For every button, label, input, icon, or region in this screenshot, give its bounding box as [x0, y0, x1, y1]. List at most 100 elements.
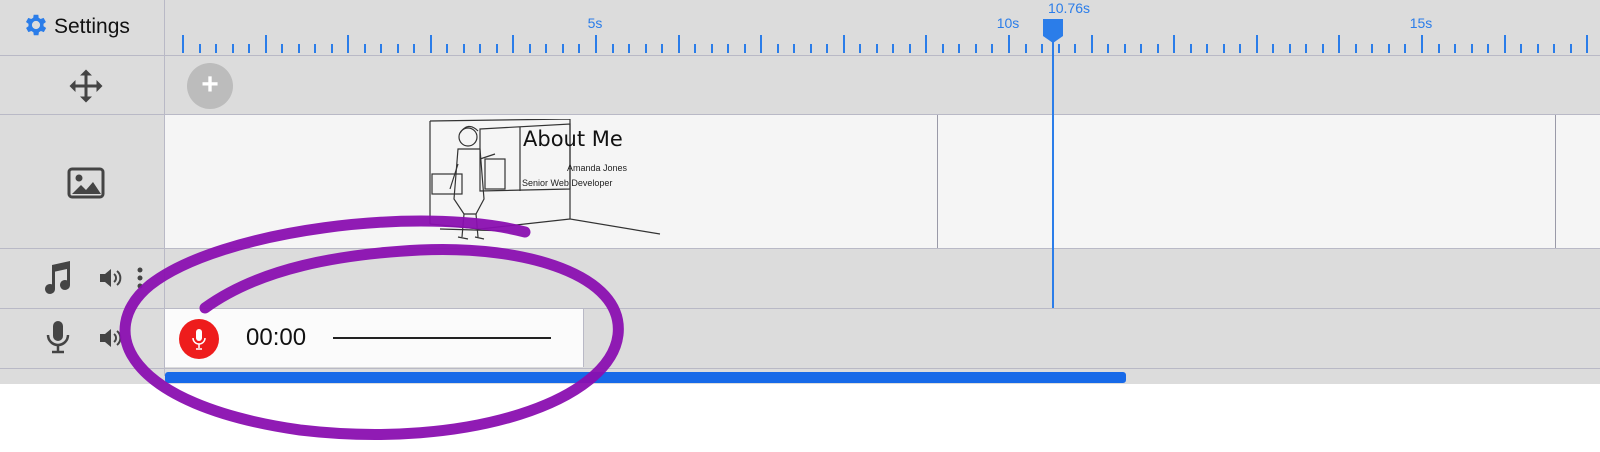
ruler-tick [446, 44, 449, 53]
voice-recorder: 00:00 [165, 309, 584, 367]
ruler-tick [710, 44, 713, 53]
ruler-tick [760, 35, 763, 53]
ruler-tick [413, 44, 416, 53]
ruler-tick [1222, 44, 1225, 53]
ruler-tick [826, 44, 829, 53]
ruler-tick [628, 44, 631, 53]
ruler-tick [1553, 44, 1556, 53]
ruler-tick [1156, 44, 1159, 53]
ruler-tick [1454, 44, 1457, 53]
ruler-tick [925, 35, 928, 53]
ruler-tick [1173, 35, 1176, 53]
ruler-tick [1024, 44, 1027, 53]
ruler-tick [198, 44, 201, 53]
ruler-label: 15s [1409, 15, 1433, 31]
move-arrows-icon[interactable] [66, 66, 106, 106]
ruler-tick [1470, 44, 1473, 53]
track-controls-column: Settings [0, 0, 165, 376]
ruler-tick [1189, 44, 1192, 53]
ruler-tick [528, 44, 531, 53]
settings-button[interactable]: Settings [22, 10, 130, 44]
ruler-tick [1288, 44, 1291, 53]
ruler-tick [462, 44, 465, 53]
slide-name: Amanda Jones [567, 163, 628, 173]
ruler-tick [1090, 35, 1093, 53]
slide-role: Senior Web Developer [522, 178, 613, 188]
ruler-tick [1239, 44, 1242, 53]
gear-icon [22, 11, 50, 44]
microphone-icon [192, 329, 206, 350]
ruler-tick [396, 44, 399, 53]
add-scene-button[interactable]: + [187, 63, 233, 109]
ruler-tick [479, 44, 482, 53]
scene-track: + [165, 56, 1600, 114]
ruler-tick [1387, 44, 1390, 53]
ruler-tick [958, 44, 961, 53]
slide-title: About Me [523, 127, 623, 151]
ruler-tick [1569, 44, 1572, 53]
ruler-tick [1437, 44, 1440, 53]
ruler-tick [545, 44, 548, 53]
ruler-tick [793, 44, 796, 53]
music-note-icon [40, 260, 76, 296]
slide-thumbnail[interactable]: About Me Amanda Jones Senior Web Develop… [165, 115, 937, 248]
ruler-tick [595, 35, 597, 53]
ruler-tick [264, 35, 267, 53]
ruler-tick [908, 44, 911, 53]
image-icon [66, 163, 106, 203]
speaker-icon[interactable] [98, 326, 124, 350]
slide-divider [1555, 115, 1556, 248]
timeline-editor: 5s 10s 15s Settings + About Me Amanda Jo… [0, 0, 1600, 384]
ruler-tick [1305, 44, 1308, 53]
settings-label: Settings [54, 15, 130, 38]
ruler-tick [875, 44, 878, 53]
ruler-tick [1206, 44, 1209, 53]
ruler-tick [314, 44, 317, 53]
ruler-tick [1074, 44, 1077, 53]
ruler-tick [1404, 44, 1407, 53]
speaker-icon[interactable] [98, 266, 124, 290]
image-track[interactable]: About Me Amanda Jones Senior Web Develop… [165, 115, 1600, 248]
playhead-line [1052, 30, 1054, 308]
ruler-tick [694, 44, 697, 53]
ruler-tick [297, 44, 300, 53]
ruler-tick [859, 44, 862, 53]
ruler-tick [1321, 44, 1324, 53]
ruler-tick [1487, 44, 1490, 53]
ruler-tick [743, 44, 746, 53]
timeline-scrollbar[interactable] [165, 372, 1126, 383]
record-button[interactable] [179, 319, 219, 359]
kebab-menu-icon[interactable] [134, 266, 146, 290]
ruler-tick [1354, 44, 1357, 53]
slide-illustration [429, 119, 661, 240]
ruler-tick [1255, 35, 1258, 53]
ruler-tick [512, 35, 515, 53]
ruler-tick [1107, 44, 1110, 53]
ruler-label: 5s [587, 15, 603, 31]
ruler-tick [380, 44, 383, 53]
ruler-tick [1057, 44, 1060, 53]
playhead-handle[interactable] [1042, 18, 1064, 44]
ruler-tick [1041, 44, 1044, 53]
music-track[interactable] [165, 249, 1600, 308]
ruler-tick [727, 44, 730, 53]
ruler-tick [1520, 44, 1523, 53]
ruler-tick [231, 44, 234, 53]
plus-icon: + [201, 68, 219, 101]
row-divider [0, 368, 1600, 369]
ruler-tick [1421, 35, 1423, 53]
ruler-tick [182, 35, 184, 53]
time-ruler[interactable]: 5s 10s 15s [165, 0, 1600, 55]
ruler-tick [1140, 44, 1143, 53]
ruler-tick [1503, 35, 1506, 53]
ruler-tick [495, 44, 498, 53]
recording-waveform [333, 337, 551, 339]
ruler-tick [1371, 44, 1374, 53]
ruler-tick [809, 44, 812, 53]
slide-divider [937, 115, 938, 248]
ruler-tick [1123, 44, 1126, 53]
recording-time: 00:00 [246, 324, 307, 351]
ruler-tick [1338, 35, 1341, 53]
ruler-tick [974, 44, 977, 53]
ruler-tick [429, 35, 432, 53]
